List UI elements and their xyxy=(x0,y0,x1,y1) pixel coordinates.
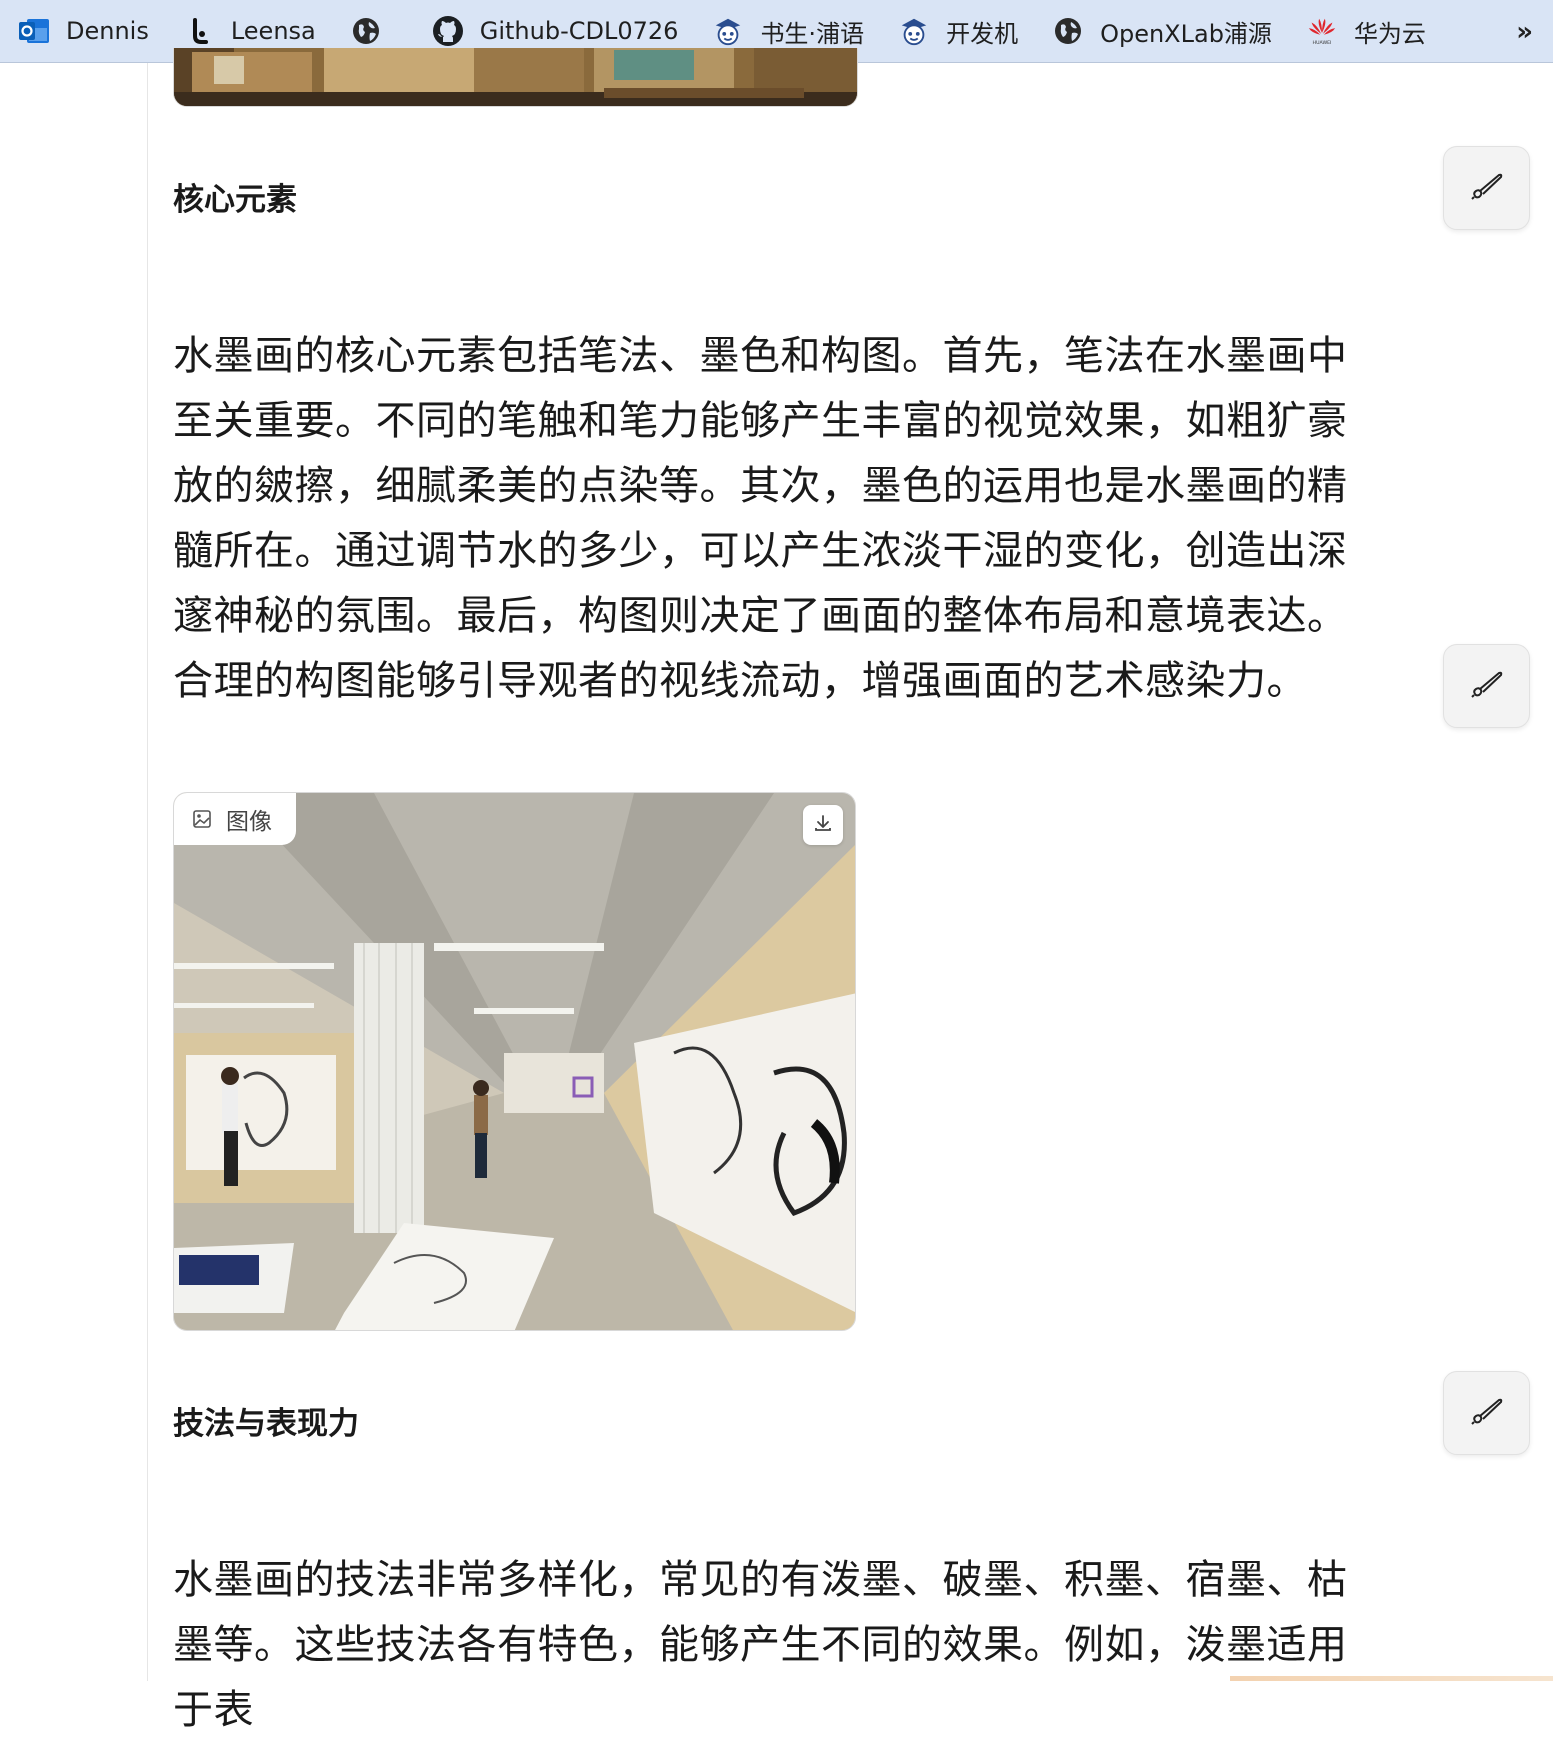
brush-icon xyxy=(1469,669,1505,703)
section-heading-core: 核心元素 xyxy=(173,182,297,218)
bookmark-huawei[interactable]: HUAWEI 华为云 xyxy=(1288,0,1442,63)
bookmark-label: 书生·浦语 xyxy=(760,19,865,48)
globe-icon xyxy=(1052,15,1084,47)
bookmark-label: Leensa xyxy=(230,17,316,45)
bookmark-label: Dennis xyxy=(66,17,149,45)
brush-icon xyxy=(1469,171,1505,205)
decorative-strip xyxy=(1230,1676,1553,1681)
bookmark-label: 华为云 xyxy=(1353,19,1426,48)
edit-button[interactable] xyxy=(1443,146,1530,230)
image-card[interactable]: 图像 xyxy=(173,792,856,1331)
section-heading-technique: 技法与表现力 xyxy=(173,1406,359,1442)
edit-button[interactable] xyxy=(1443,1371,1530,1455)
robot-icon xyxy=(712,15,744,47)
left-divider xyxy=(147,63,148,1681)
leensa-icon xyxy=(183,15,215,47)
image-icon xyxy=(192,809,212,829)
huawei-icon: HUAWEI xyxy=(1306,15,1338,47)
image-label-text: 图像 xyxy=(226,809,272,835)
brush-icon xyxy=(1469,1396,1505,1430)
download-button[interactable] xyxy=(803,805,843,845)
bookmark-label: OpenXLab浦源 xyxy=(1100,19,1272,48)
github-icon xyxy=(432,15,464,47)
studio-photo xyxy=(174,793,855,1330)
section-paragraph-core: 水墨画的核心元素包括笔法、墨色和构图。首先，笔法在水墨画中至关重要。不同的笔触和… xyxy=(173,333,1348,704)
bookmark-openxlab[interactable]: OpenXLab浦源 xyxy=(1034,0,1288,63)
bookmark-kaifaji[interactable]: 开发机 xyxy=(880,0,1034,63)
download-icon xyxy=(813,813,833,837)
robot-icon xyxy=(898,15,930,47)
globe-icon xyxy=(350,15,382,47)
svg-text:HUAWEI: HUAWEI xyxy=(1312,40,1331,46)
image-type-label: 图像 xyxy=(174,793,296,845)
edit-button[interactable] xyxy=(1443,644,1530,728)
bookmark-label: 开发机 xyxy=(946,19,1019,48)
painting-image-partial xyxy=(173,48,858,107)
bookmark-dennis[interactable]: Dennis xyxy=(0,0,165,63)
section-paragraph-technique: 水墨画的技法非常多样化，常见的有泼墨、破墨、积墨、宿墨、枯墨等。这些技法各有特色… xyxy=(173,1557,1348,1733)
bookmarks-overflow-button[interactable]: » xyxy=(1516,0,1533,63)
outlook-icon xyxy=(18,15,50,47)
bookmark-label: Github-CDL0726 xyxy=(479,17,679,45)
